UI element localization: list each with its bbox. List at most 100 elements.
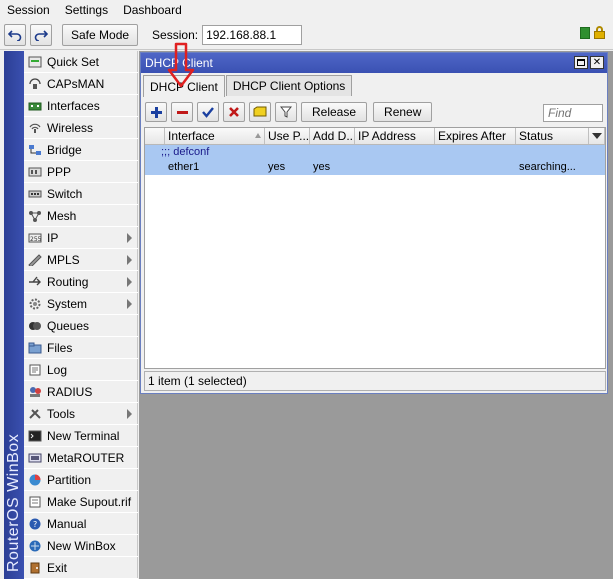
add-button[interactable] (145, 102, 167, 122)
svg-text:255: 255 (30, 236, 42, 243)
chevron-right-icon (127, 255, 132, 265)
close-button[interactable]: ✕ (590, 56, 604, 69)
sidebar-item-partition[interactable]: Partition (24, 469, 138, 491)
sidebar-item-interfaces[interactable]: Interfaces (24, 95, 138, 117)
menu-settings[interactable]: Settings (58, 3, 116, 17)
partition-icon (27, 473, 43, 487)
filter-icon (280, 106, 292, 118)
tools-icon (27, 407, 43, 421)
filter-button[interactable] (275, 102, 297, 122)
remove-button[interactable] (171, 102, 193, 122)
annotation-arrow-icon (167, 42, 195, 88)
sidebar-item-routing[interactable]: Routing (24, 271, 138, 293)
queues-icon (27, 319, 43, 333)
brand-text: RouterOS WinBox (5, 433, 22, 572)
sidebar-item-bridge[interactable]: Bridge (24, 139, 138, 161)
mpls-icon (27, 253, 43, 267)
connection-status-icon (580, 26, 590, 39)
sidebar-item-wireless[interactable]: Wireless (24, 117, 138, 139)
sidebar-item-manual[interactable]: ? Manual (24, 513, 138, 535)
session-address: 192.168.88.1 (202, 24, 303, 45)
ip-icon: 255 (27, 231, 43, 245)
column-flags[interactable] (145, 128, 165, 144)
status-bar: 1 item (1 selected) (144, 371, 606, 391)
exit-icon (27, 561, 43, 575)
sidebar-item-mpls[interactable]: MPLS (24, 249, 138, 271)
safe-mode-button[interactable]: Safe Mode (62, 23, 139, 46)
release-button[interactable]: Release (301, 102, 368, 122)
comment-button[interactable] (249, 102, 271, 122)
column-use-peer[interactable]: Use P... (265, 128, 310, 144)
column-chooser-button[interactable] (589, 128, 605, 144)
table-header: Interface Use P... Add D... IP Address E… (145, 128, 605, 145)
menu-session[interactable]: Session (0, 3, 58, 17)
sidebar-item-metarouter[interactable]: MetaROUTER (24, 447, 138, 469)
tab-dhcp-client-options[interactable]: DHCP Client Options (225, 75, 353, 96)
sidebar-item-log[interactable]: Log (24, 359, 138, 381)
status-icons (580, 26, 605, 39)
sidebar-item-new-terminal[interactable]: New Terminal (24, 425, 138, 447)
sidebar-item-capsman[interactable]: CAPsMAN (24, 73, 138, 95)
sidebar-item-queues[interactable]: Queues (24, 315, 138, 337)
capsman-icon (27, 77, 43, 91)
bridge-icon (27, 143, 43, 157)
renew-button[interactable]: Renew (373, 102, 433, 122)
column-interface[interactable]: Interface (165, 128, 265, 144)
sidebar-item-radius[interactable]: RADIUS (24, 381, 138, 403)
undo-button[interactable] (4, 23, 26, 46)
column-status[interactable]: Status (516, 128, 589, 144)
checkmark-icon (202, 107, 214, 118)
switch-icon (27, 187, 43, 201)
sidebar-item-switch[interactable]: Switch (24, 183, 138, 205)
terminal-icon (27, 429, 43, 443)
table-row-comment[interactable]: ;;; defconf (145, 145, 605, 160)
redo-icon (34, 29, 48, 41)
window-toolbar: Release Renew (143, 99, 605, 125)
column-add-default[interactable]: Add D... (310, 128, 355, 144)
sidebar-item-mesh[interactable]: Mesh (24, 205, 138, 227)
disable-button[interactable] (223, 102, 245, 122)
main-toolbar: Safe Mode Session: 192.168.88.1 (0, 20, 613, 50)
supout-icon (27, 495, 43, 509)
cell-interface: ether1 (168, 161, 200, 173)
cell-use-peer: yes (268, 161, 286, 173)
chevron-right-icon (127, 233, 132, 243)
sidebar-item-system[interactable]: System (24, 293, 138, 315)
dropdown-arrow-icon (591, 133, 602, 139)
wireless-icon (27, 121, 43, 135)
mesh-icon (27, 209, 43, 223)
sidebar-item-exit[interactable]: Exit (24, 557, 138, 579)
sidebar-item-files[interactable]: Files (24, 337, 138, 359)
sidebar-item-ip[interactable]: 255 IP (24, 227, 138, 249)
sidebar-item-quick-set[interactable]: Quick Set (24, 51, 138, 73)
column-ip-address[interactable]: IP Address (355, 128, 435, 144)
sort-ascending-icon (255, 133, 261, 138)
sidebar-item-make-supout[interactable]: Make Supout.rif (24, 491, 138, 513)
log-icon (27, 363, 43, 377)
undo-icon (8, 29, 22, 41)
enable-button[interactable] (197, 102, 219, 122)
routing-icon (27, 275, 43, 289)
sidebar: RouterOS WinBox Quick Set CAPsMAN Interf… (0, 51, 138, 579)
redo-button[interactable] (30, 23, 52, 46)
find-input[interactable] (543, 104, 603, 122)
menu-dashboard[interactable]: Dashboard (116, 3, 190, 17)
table-row[interactable]: ether1 yes yes searching... (145, 160, 605, 175)
cell-add-default: yes (313, 161, 331, 173)
sidebar-item-new-winbox[interactable]: New WinBox (24, 535, 138, 557)
maximize-button[interactable] (574, 56, 588, 69)
minus-icon (177, 111, 188, 114)
winbox-icon (27, 539, 43, 553)
column-expires-after[interactable]: Expires After (435, 128, 516, 144)
cell-ip-address (355, 160, 435, 175)
sidebar-item-ppp[interactable]: PPP (24, 161, 138, 183)
row-comment-text: ;;; defconf (161, 146, 210, 158)
system-gear-icon (27, 297, 43, 311)
chevron-right-icon (127, 277, 132, 287)
interfaces-icon (27, 99, 43, 113)
radius-icon (27, 385, 43, 399)
x-icon (229, 107, 239, 117)
window-title-bar[interactable]: DHCP Client ✕ (141, 53, 607, 73)
dhcp-client-table: Interface Use P... Add D... IP Address E… (144, 127, 606, 369)
sidebar-item-tools[interactable]: Tools (24, 403, 138, 425)
